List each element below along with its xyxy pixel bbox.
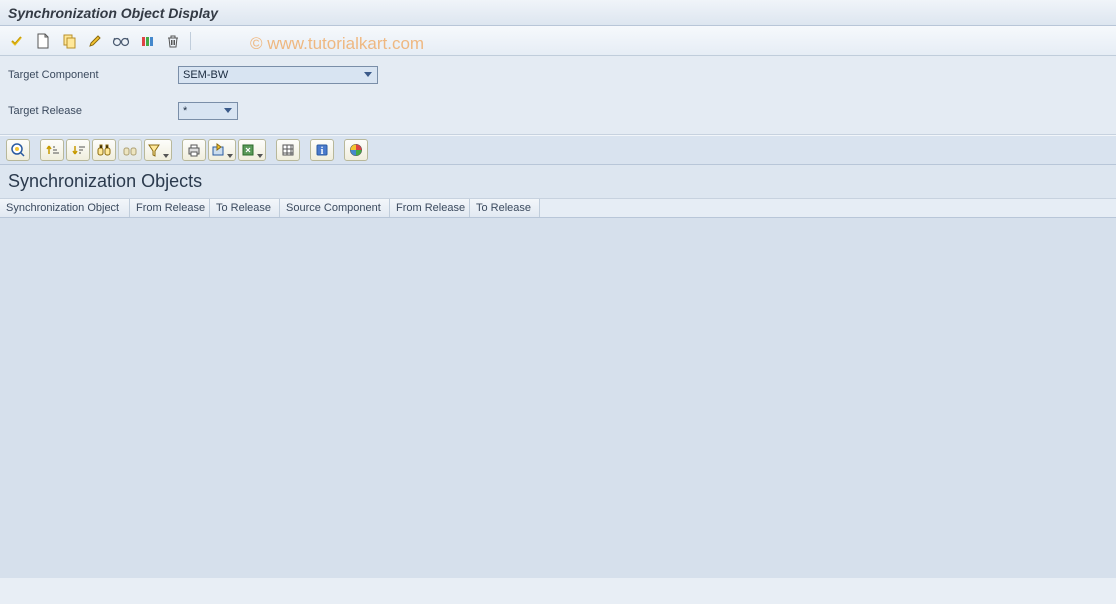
- target-component-dropdown[interactable]: SEM-BW: [178, 66, 378, 84]
- document-icon: [36, 33, 50, 49]
- toolbar-separator: [190, 32, 191, 50]
- export-button[interactable]: [208, 139, 236, 161]
- page-title: Synchronization Object Display: [8, 5, 218, 21]
- dropdown-arrow-icon: [257, 154, 263, 158]
- sort-asc-button[interactable]: [40, 139, 64, 161]
- column-header[interactable]: From Release: [390, 199, 470, 217]
- target-component-label: Target Component: [8, 69, 178, 81]
- grid-body: [0, 218, 1116, 578]
- activate-button[interactable]: [136, 30, 158, 52]
- grid-icon: [281, 143, 295, 157]
- delete-button[interactable]: [162, 30, 184, 52]
- excel-icon: [241, 143, 255, 157]
- app-toolbar: [0, 26, 1116, 56]
- info-icon: i: [315, 143, 329, 157]
- copy-icon: [61, 33, 77, 49]
- glasses-icon: [112, 35, 130, 47]
- binoculars-plus-icon: [123, 143, 137, 157]
- check-icon: [9, 33, 25, 49]
- activate-icon: [140, 34, 154, 48]
- chevron-down-icon: [361, 68, 375, 82]
- filter-button[interactable]: [144, 139, 172, 161]
- target-component-row: Target Component SEM-BW: [8, 66, 1108, 84]
- title-bar: Synchronization Object Display: [0, 0, 1116, 26]
- target-release-row: Target Release *: [8, 102, 1108, 120]
- pencil-icon: [88, 34, 102, 48]
- check-button[interactable]: [6, 30, 28, 52]
- print-button[interactable]: [182, 139, 206, 161]
- column-header[interactable]: Synchronization Object: [0, 199, 130, 217]
- grid-toolbar: i: [0, 135, 1116, 165]
- find-next-button[interactable]: [118, 139, 142, 161]
- info-button[interactable]: i: [310, 139, 334, 161]
- svg-text:i: i: [321, 146, 324, 157]
- sort-asc-icon: [45, 143, 59, 157]
- column-header[interactable]: To Release: [210, 199, 280, 217]
- column-header[interactable]: To Release: [470, 199, 540, 217]
- spreadsheet-button[interactable]: [238, 139, 266, 161]
- dropdown-arrow-icon: [163, 154, 169, 158]
- grid-header: Synchronization Object From Release To R…: [0, 199, 1116, 218]
- trash-icon: [166, 34, 180, 48]
- column-header[interactable]: Source Component: [280, 199, 390, 217]
- create-button[interactable]: [32, 30, 54, 52]
- details-button[interactable]: [6, 139, 30, 161]
- sort-desc-button[interactable]: [66, 139, 90, 161]
- display-button[interactable]: [110, 30, 132, 52]
- find-button[interactable]: [92, 139, 116, 161]
- dropdown-arrow-icon: [227, 154, 233, 158]
- chart-icon: [349, 143, 363, 157]
- sort-desc-icon: [71, 143, 85, 157]
- target-component-value: SEM-BW: [183, 69, 361, 81]
- target-release-dropdown[interactable]: *: [178, 102, 238, 120]
- binoculars-icon: [97, 143, 111, 157]
- target-release-value: *: [183, 105, 221, 117]
- chevron-down-icon: [221, 104, 235, 118]
- details-icon: [10, 142, 26, 158]
- copy-button[interactable]: [58, 30, 80, 52]
- column-header[interactable]: From Release: [130, 199, 210, 217]
- section-title: Synchronization Objects: [0, 165, 1116, 199]
- print-icon: [187, 143, 201, 157]
- export-icon: [211, 143, 225, 157]
- edit-button[interactable]: [84, 30, 106, 52]
- selection-form: Target Component SEM-BW Target Release *: [0, 56, 1116, 135]
- target-release-label: Target Release: [8, 105, 178, 117]
- chart-button[interactable]: [344, 139, 368, 161]
- layout-button[interactable]: [276, 139, 300, 161]
- filter-icon: [147, 143, 161, 157]
